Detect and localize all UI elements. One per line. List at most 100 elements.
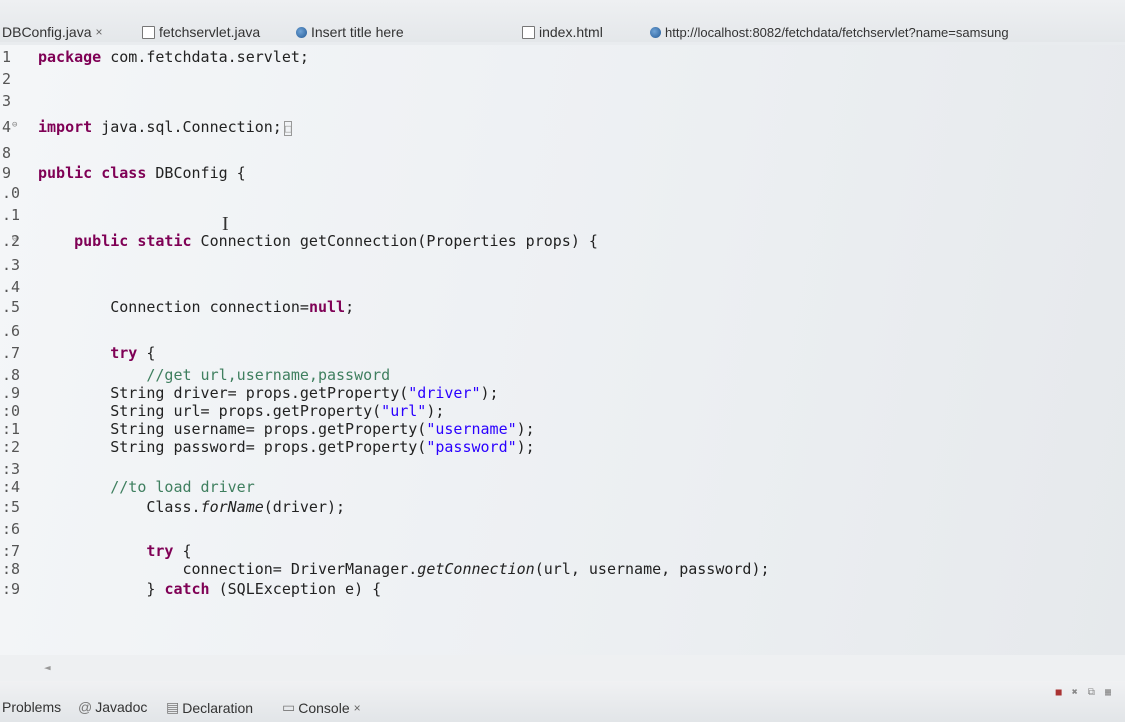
code-text: import java.sql.Connection; □ [38, 118, 293, 136]
line-number: .8 [2, 366, 21, 384]
line-number: .0 [2, 184, 21, 202]
code-line[interactable]: .2 ⊖ public static Connection getConnecti… [0, 232, 1125, 251]
line-number: .7 [2, 344, 21, 362]
code-text: package com.fetchdata.servlet; [38, 48, 309, 66]
code-text: String url= props.getProperty("url"); [38, 402, 445, 420]
terminate-icon[interactable]: ■ [1056, 687, 1064, 698]
code-text: } catch (SQLException e) { [38, 580, 382, 598]
tab-label: DBConfig.java [2, 24, 92, 40]
code-text: String password= props.getProperty("pass… [38, 438, 535, 456]
tab-localhost-url[interactable]: http://localhost:8082/fetchdata/fetchser… [650, 22, 1009, 42]
scroll-left-arrow-icon[interactable]: ◄ [44, 661, 51, 674]
code-line[interactable]: 3 [0, 92, 1125, 111]
line-number: :1 [2, 420, 21, 438]
text-cursor-icon: I [222, 213, 229, 235]
code-line[interactable]: 2 [0, 70, 1125, 89]
tab-label: fetchservlet.java [159, 24, 261, 40]
code-line[interactable]: :5 Class.forName(driver); [0, 498, 1125, 517]
code-text: Connection connection=null; [38, 298, 355, 316]
code-line[interactable]: :1 String username= props.getProperty("u… [0, 420, 1125, 439]
line-number: 9 [2, 164, 12, 182]
globe-icon [650, 26, 661, 38]
line-number: :8 [2, 560, 21, 578]
code-line[interactable]: .8 //get url,username,password [0, 366, 1125, 385]
code-line[interactable]: :0 String url= props.getProperty("url"); [0, 402, 1125, 421]
console-toolbar: ■ ✖ ⧉ ▦ [1056, 687, 1113, 698]
code-line[interactable]: .0 [0, 184, 1125, 203]
line-number: :6 [2, 520, 21, 538]
editor-tab-bar: DBConfig.java × fetchservlet.java Insert… [0, 0, 1125, 42]
code-line[interactable]: :4 //to load driver [0, 478, 1125, 497]
line-number: 8 [2, 144, 12, 162]
tab-javadoc[interactable]: @ Javadoc [78, 699, 147, 715]
line-number: :5 [2, 498, 21, 516]
tab-label: index.html [539, 24, 603, 40]
code-line[interactable]: .5 Connection connection=null; [0, 298, 1125, 317]
tab-fetchservlet-java[interactable]: fetchservlet.java [142, 22, 260, 42]
java-file-icon [142, 25, 155, 39]
remove-launch-icon[interactable]: ✖ [1072, 687, 1080, 698]
line-number: :2 [2, 438, 21, 456]
code-line[interactable]: .9 String driver= props.getProperty("dri… [0, 384, 1125, 403]
fold-toggle-icon[interactable]: ⊖ [12, 120, 17, 130]
line-number: 2 [2, 70, 12, 88]
line-number: .6 [2, 322, 21, 340]
line-number: :4 [2, 478, 21, 496]
line-number: :3 [2, 460, 21, 478]
code-text: try { [146, 542, 192, 560]
folded-imports-icon[interactable]: □ [283, 121, 293, 136]
code-line[interactable]: 9 public class DBConfig { [0, 164, 1125, 183]
tab-problems[interactable]: Problems [2, 699, 61, 715]
code-line[interactable]: :2 String password= props.getProperty("p… [0, 438, 1125, 457]
code-line[interactable]: .4 [0, 278, 1125, 297]
tab-insert-title-here[interactable]: Insert title here [296, 22, 404, 42]
tab-console[interactable]: ▭ Console × [282, 699, 361, 716]
javadoc-icon: @ [78, 699, 93, 715]
bottom-panel-tab-bar: Problems @ Javadoc ▤ Declaration ▭ Conso… [0, 681, 1125, 722]
code-line[interactable]: :3 [0, 460, 1125, 479]
code-text: public class DBConfig { [38, 164, 246, 182]
code-text: String username= props.getProperty("user… [38, 420, 535, 438]
tab-index-html[interactable]: index.html [522, 22, 603, 42]
tab-label: Declaration [182, 699, 254, 716]
remove-all-icon[interactable]: ⧉ [1088, 687, 1097, 698]
line-number: 1 [2, 48, 12, 66]
code-text: public static Connection getConnection(P… [74, 232, 598, 250]
code-text: String driver= props.getProperty("driver… [38, 384, 499, 402]
code-editor[interactable]: 1 package com.fetchdata.servlet; 2 3 4 ⊖ impor… [0, 45, 1125, 655]
code-line[interactable]: :6 [0, 520, 1125, 539]
line-number: .4 [2, 278, 21, 296]
tab-label: Insert title here [311, 24, 404, 40]
fold-toggle-icon[interactable]: ⊖ [12, 234, 17, 244]
code-text: //to load driver [110, 478, 255, 496]
globe-icon [296, 26, 307, 38]
html-file-icon [522, 25, 535, 39]
code-line[interactable]: :7 try { [0, 542, 1125, 561]
code-text: try { [110, 344, 156, 362]
close-icon[interactable]: × [96, 25, 103, 39]
horizontal-scrollbar[interactable]: ◄ [0, 655, 1125, 681]
tab-dbconfig-java[interactable]: DBConfig.java × [2, 22, 103, 42]
tab-label: Javadoc [95, 699, 148, 715]
code-text: connection= DriverManager.getConnection(… [38, 560, 770, 578]
line-number: 3 [2, 92, 12, 110]
code-line[interactable]: .6 [0, 322, 1125, 341]
code-line[interactable]: .3 [0, 256, 1125, 275]
code-line[interactable]: 8 [0, 144, 1125, 163]
scroll-lock-icon[interactable]: ▦ [1105, 687, 1113, 698]
code-line[interactable]: 4 ⊖ import java.sql.Connection; □ [0, 118, 1125, 137]
code-line[interactable]: .7 try { [0, 344, 1125, 363]
code-line[interactable]: .1 [0, 206, 1125, 225]
tab-label: Console [298, 699, 350, 716]
tab-label: Problems [2, 699, 62, 715]
close-icon[interactable]: × [354, 701, 361, 715]
code-text: //get url,username,password [146, 366, 391, 384]
code-line[interactable]: :9 } catch (SQLException e) { [0, 580, 1125, 599]
tab-declaration[interactable]: ▤ Declaration [166, 699, 253, 716]
code-line[interactable]: 1 package com.fetchdata.servlet; [0, 48, 1125, 67]
console-icon: ▭ [282, 699, 296, 715]
declaration-icon: ▤ [166, 699, 180, 715]
line-number: .1 [2, 206, 21, 224]
code-line[interactable]: :8 connection= DriverManager.getConnecti… [0, 560, 1125, 579]
line-number: :9 [2, 580, 21, 598]
